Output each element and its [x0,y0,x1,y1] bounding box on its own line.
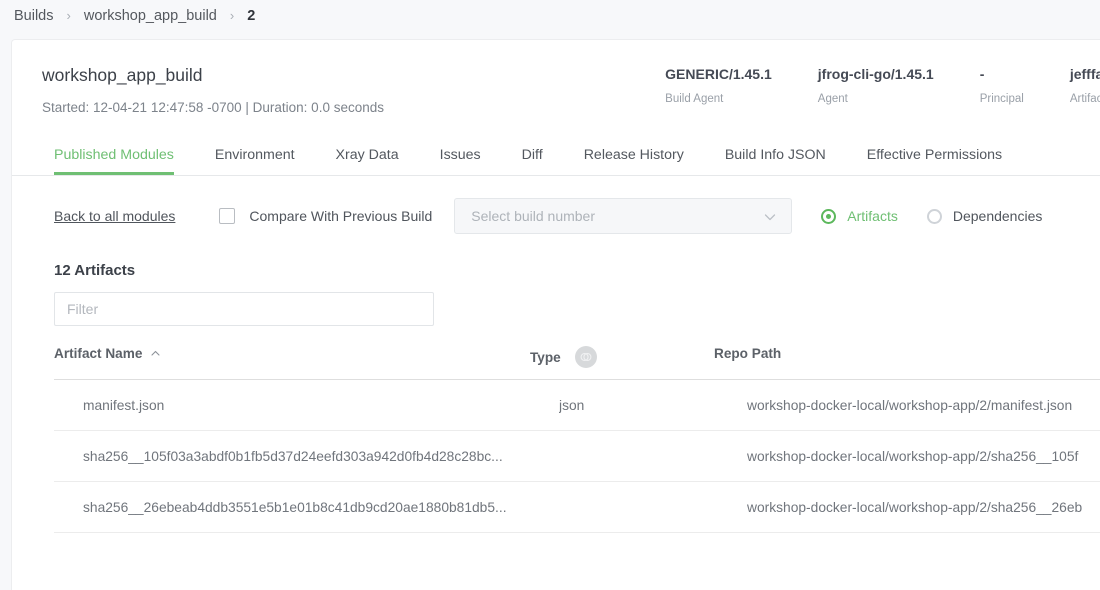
meta-artifactory-user-value: jefffak [1069,66,1100,82]
modules-controls: Back to all modules Compare With Previou… [12,176,1100,235]
column-header-artifact-name-label: Artifact Name [54,346,143,362]
filter-input[interactable] [54,292,434,327]
compare-checkbox[interactable] [219,208,236,225]
meta-principal-value: - [979,66,985,82]
build-header: workshop_app_build Started: 12-04-21 12:… [12,40,1100,115]
column-header-repo-path-label: Repo Path [714,346,782,362]
build-number-select[interactable]: Select build number [454,198,793,235]
radio-artifacts-label: Artifacts [847,208,898,225]
build-started-duration: Started: 12-04-21 12:47:58 -0700 | Durat… [42,100,384,116]
page-title: workshop_app_build [42,65,203,85]
cell-artifact-name: sha256__105f03a3abdf0b1fb5d37d24eefd303a… [83,448,503,464]
radio-dependencies-label: Dependencies [952,208,1043,225]
tab-xray-data[interactable]: Xray Data [336,147,399,175]
column-header-type-label: Type [530,349,561,365]
build-tabs: Published Modules Environment Xray Data … [12,141,1100,177]
tab-published-modules[interactable]: Published Modules [54,147,174,176]
tab-environment[interactable]: Environment [215,147,295,175]
cell-artifact-name: manifest.json [83,397,165,413]
tab-release-history[interactable]: Release History [584,147,684,175]
build-number-select-placeholder: Select build number [471,208,596,225]
cell-repo-path: workshop-docker-local/workshop-app/2/man… [747,397,1073,413]
build-meta-group: GENERIC/1.45.1 Build Agent jfrog-cli-go/… [665,66,1100,105]
meta-principal-label: Principal [979,92,1024,105]
column-header-repo-path[interactable]: Repo Path [714,346,1100,361]
table-row[interactable]: sha256__26ebeab4ddb3551e5b1e01b8c41db9cd… [54,482,1100,534]
tab-issues[interactable]: Issues [440,147,481,175]
meta-build-agent: GENERIC/1.45.1 Build Agent [665,66,772,105]
meta-build-agent-value: GENERIC/1.45.1 [665,66,772,82]
meta-artifactory-user-label: Artifacto [1069,92,1100,105]
radio-artifacts[interactable]: Artifacts [821,208,898,224]
meta-agent-value: jfrog-cli-go/1.45.1 [817,66,934,82]
table-row[interactable]: sha256__105f03a3abdf0b1fb5d37d24eefd303a… [54,431,1100,483]
meta-agent-label: Agent [817,92,848,105]
meta-build-agent-label: Build Agent [665,92,724,105]
column-header-artifact-name[interactable]: Artifact Name [54,346,530,361]
cell-repo-path: workshop-docker-local/workshop-app/2/sha… [747,448,1079,464]
column-header-type[interactable]: Type [530,346,714,369]
cell-artifact-type: json [559,397,585,413]
breadcrumb-item-build-number: 2 [247,7,256,24]
chevron-down-icon [763,210,777,229]
artifacts-table: Artifact Name Type Repo Path manifest.js… [12,346,1100,534]
sort-ascending-icon [150,348,161,359]
tab-effective-permissions[interactable]: Effective Permissions [867,147,1002,175]
radio-dependencies-control[interactable] [926,208,942,224]
tab-diff[interactable]: Diff [522,147,543,175]
build-detail-card: workshop_app_build Started: 12-04-21 12:… [12,40,1100,590]
compare-checkbox-label: Compare With Previous Build [249,208,433,225]
back-to-all-modules-link[interactable]: Back to all modules [54,208,175,224]
radio-artifacts-control[interactable] [821,208,837,224]
breadcrumb-separator-icon: › [229,8,235,23]
table-header-row: Artifact Name Type Repo Path [54,346,1100,381]
table-row[interactable]: manifest.json json workshop-docker-local… [54,380,1100,432]
tab-build-info-json[interactable]: Build Info JSON [725,147,826,175]
meta-artifactory-user: jefffak Artifacto [1070,66,1100,105]
meta-agent: jfrog-cli-go/1.45.1 Agent [818,66,934,105]
breadcrumb-separator-icon: › [66,8,71,23]
rings-badge-icon[interactable] [574,346,597,369]
breadcrumb: Builds › workshop_app_build › 2 [0,0,1100,31]
build-identity: workshop_app_build Started: 12-04-21 12:… [42,65,384,116]
meta-principal: - Principal [980,66,1024,105]
artifacts-count-heading: 12 Artifacts [54,262,136,280]
cell-repo-path: workshop-docker-local/workshop-app/2/sha… [747,499,1083,515]
radio-dependencies[interactable]: Dependencies [926,208,1043,225]
compare-with-previous-build-toggle[interactable]: Compare With Previous Build [219,208,433,225]
breadcrumb-item-builds[interactable]: Builds [14,8,54,24]
breadcrumb-item-build-name[interactable]: workshop_app_build [84,8,217,24]
cell-artifact-name: sha256__26ebeab4ddb3551e5b1e01b8c41db9cd… [83,499,507,515]
